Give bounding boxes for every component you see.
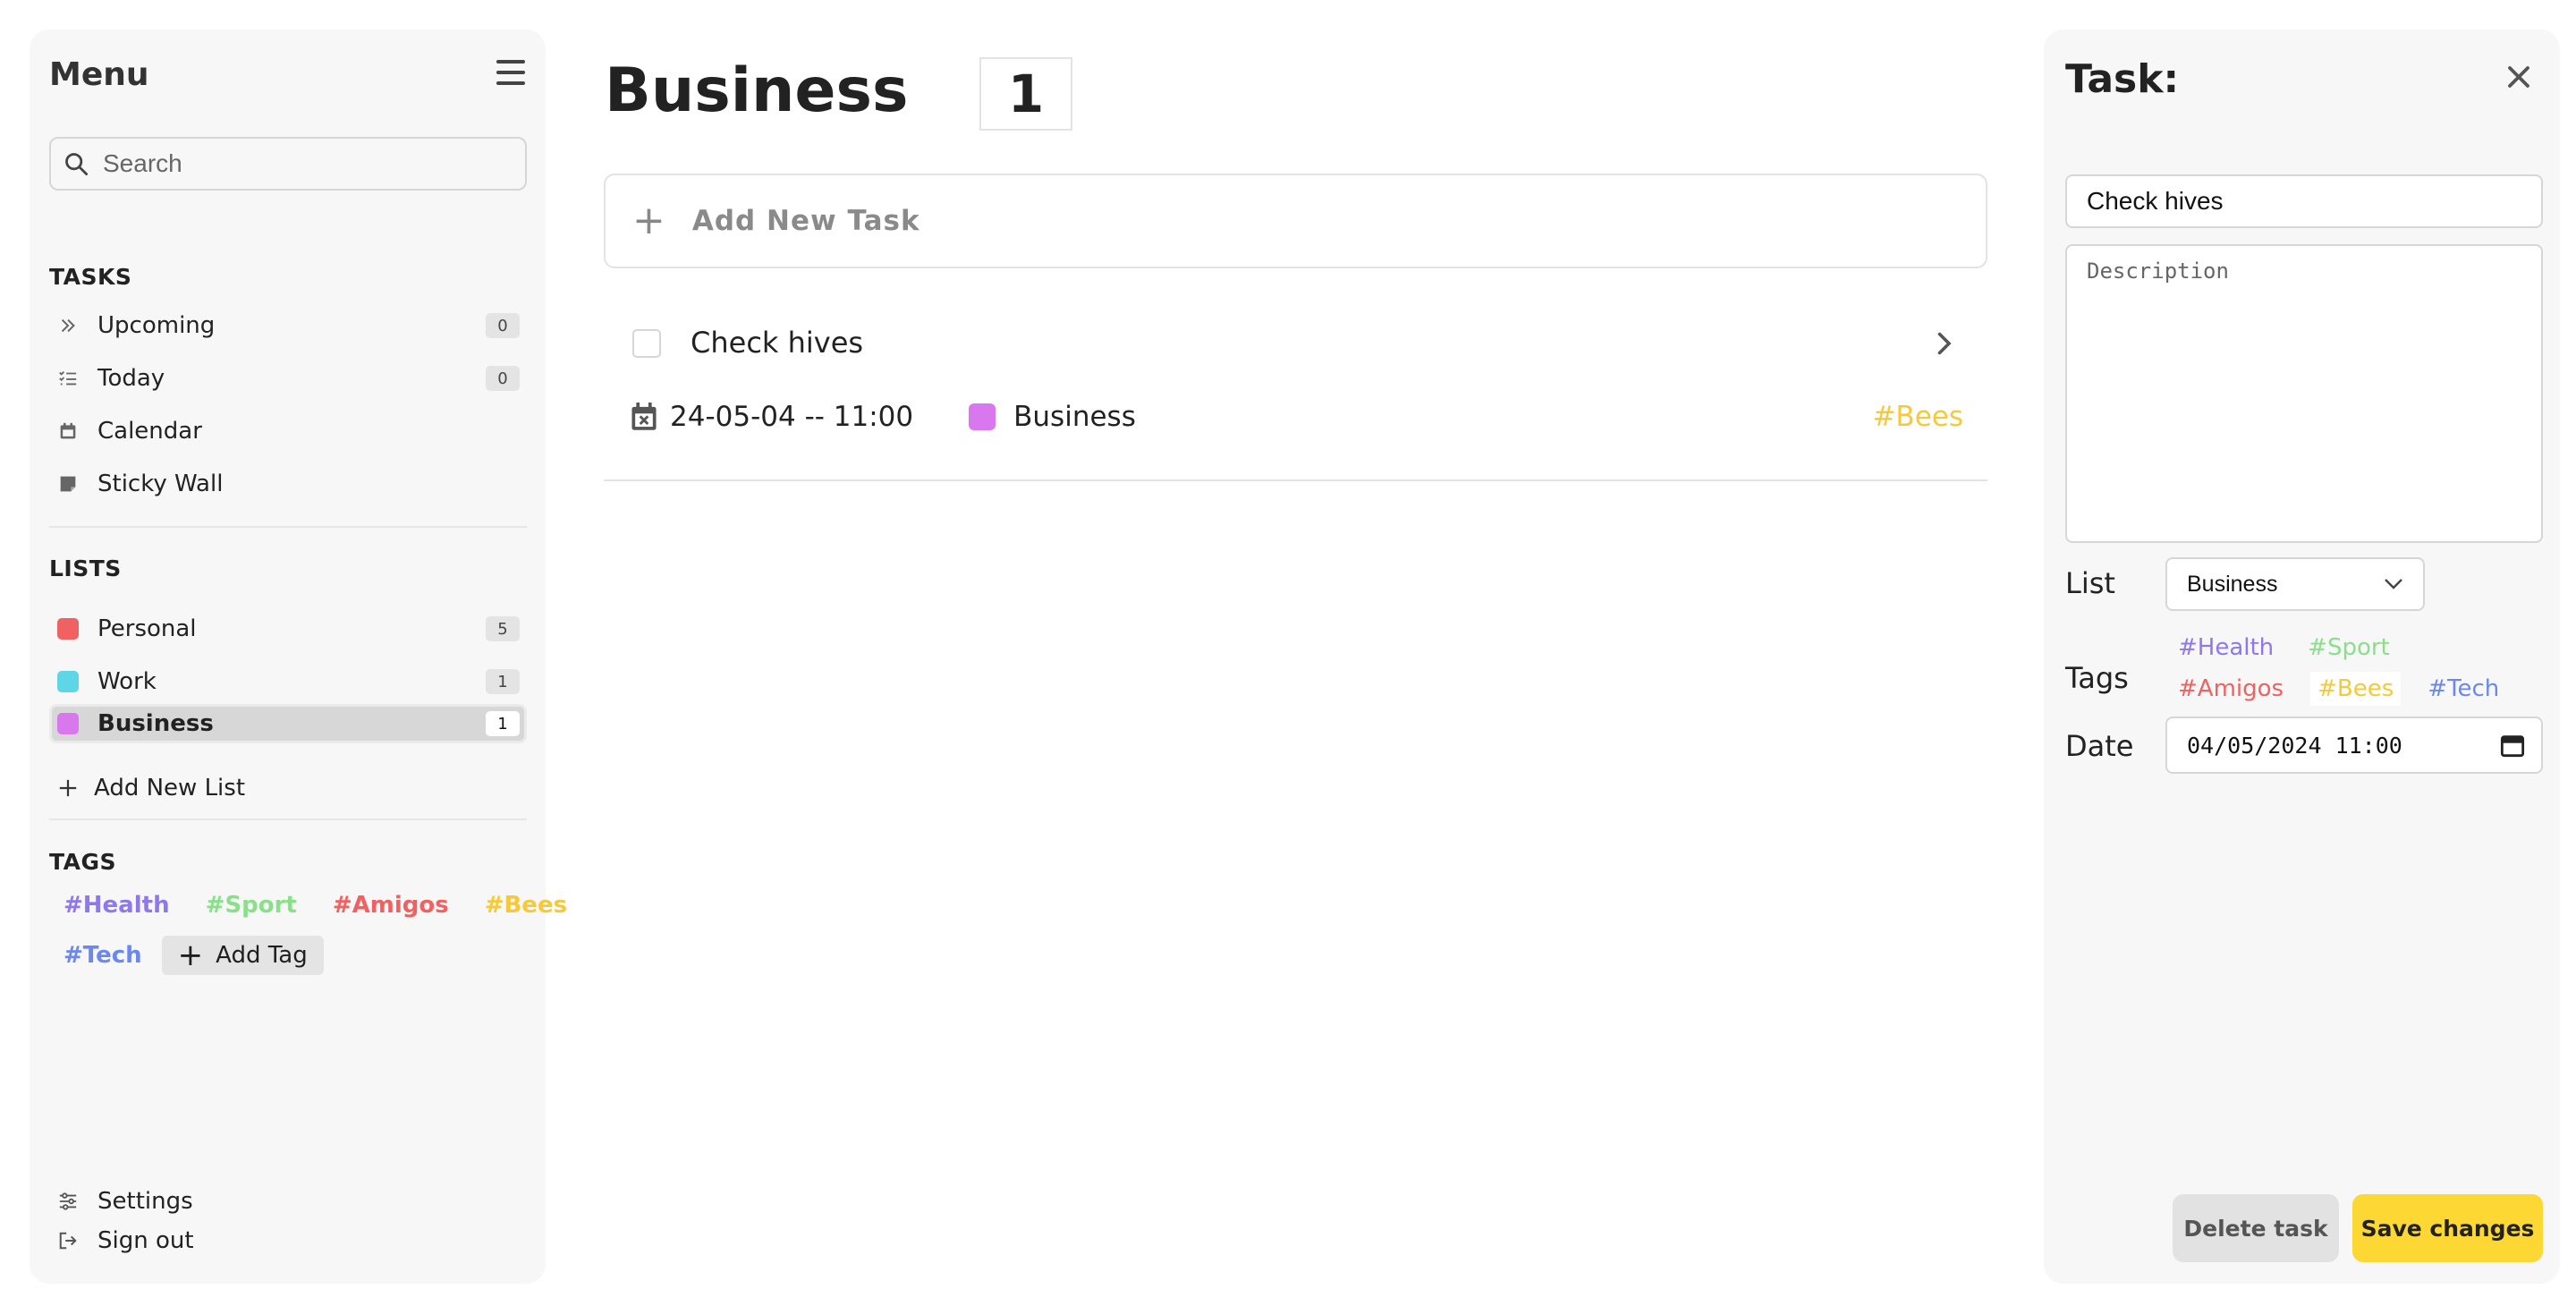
- date-value: 04/05/2024 11:00: [2187, 732, 2402, 759]
- sidebar-item-label: Sticky Wall: [97, 471, 224, 497]
- sidebar-item-label: Calendar: [97, 418, 202, 445]
- sidebar-item-label: Work: [97, 668, 157, 695]
- task-name-input[interactable]: [2065, 174, 2543, 228]
- tasks-section-label: TASKS: [49, 264, 132, 290]
- task-count-box: 1: [979, 57, 1072, 131]
- list-select-value: Business: [2187, 571, 2278, 597]
- tag-sport[interactable]: #Sport: [2308, 631, 2390, 665]
- add-tag-button[interactable]: + Add Tag: [161, 936, 324, 975]
- list-color-swatch: [56, 712, 80, 735]
- panel-tags: #Health #Sport #Amigos #Bees #Tech: [2165, 631, 2532, 706]
- tags-label: Tags: [2065, 661, 2129, 695]
- lists-section-label: LISTS: [49, 555, 122, 581]
- sidebar-item-upcoming[interactable]: Upcoming 0: [49, 306, 527, 345]
- tag-health[interactable]: #Health: [2178, 631, 2274, 665]
- calendar-icon[interactable]: [2500, 733, 2525, 758]
- sidebar-item-settings[interactable]: Settings: [49, 1183, 527, 1219]
- page-title: Business: [605, 55, 909, 126]
- tag-amigos[interactable]: #Amigos: [333, 892, 449, 919]
- sidebar-item-personal[interactable]: Personal 5: [49, 609, 527, 649]
- list-color-swatch: [969, 403, 996, 430]
- search-input[interactable]: [103, 149, 525, 178]
- delete-task-button[interactable]: Delete task: [2173, 1194, 2339, 1262]
- list-label: List: [2065, 566, 2115, 600]
- task-date: 24-05-04 -- 11:00: [670, 401, 914, 433]
- task-row[interactable]: Check hives 24-05-04 -- 11:00 Business #…: [604, 315, 1987, 481]
- add-tag-label: Add Tag: [216, 942, 308, 969]
- tag-amigos[interactable]: #Amigos: [2178, 672, 2284, 706]
- plus-icon: [56, 776, 80, 800]
- list-color-swatch: [56, 670, 80, 693]
- sidebar-item-sign-out[interactable]: Sign out: [49, 1223, 527, 1259]
- plus-icon: +: [632, 198, 665, 243]
- tag-bees[interactable]: #Bees: [485, 892, 567, 919]
- date-label: Date: [2065, 729, 2134, 763]
- tag-row: #Health #Sport #Amigos #Bees: [49, 892, 589, 919]
- chevron-right-icon[interactable]: [1928, 326, 1960, 361]
- sign-out-icon: [56, 1229, 80, 1252]
- menu-title: Menu: [49, 56, 149, 93]
- close-icon[interactable]: [2505, 64, 2532, 90]
- calendar-icon: [56, 420, 80, 443]
- task-tag[interactable]: #Bees: [1872, 401, 1963, 433]
- count-badge: 5: [486, 616, 520, 641]
- sidebar-item-business[interactable]: Business 1: [49, 704, 527, 743]
- add-new-list-button[interactable]: Add New List: [49, 768, 527, 808]
- hamburger-menu-icon[interactable]: [496, 60, 525, 87]
- sidebar-item-work[interactable]: Work 1: [49, 662, 527, 701]
- task-meta: 24-05-04 -- 11:00 Business #Bees: [631, 401, 1963, 433]
- description-textarea[interactable]: [2065, 244, 2543, 543]
- double-chevron-right-icon: [56, 314, 80, 337]
- settings-label: Settings: [97, 1188, 193, 1215]
- tags-section-label: TAGS: [49, 849, 116, 875]
- sticky-note-icon: [56, 472, 80, 496]
- sidebar-item-sticky-wall[interactable]: Sticky Wall: [49, 464, 527, 504]
- tag-health[interactable]: #Health: [64, 892, 170, 919]
- divider: [49, 526, 527, 528]
- sidebar-item-calendar[interactable]: Calendar: [49, 411, 527, 451]
- tag-tech[interactable]: #Tech: [64, 942, 142, 969]
- save-changes-button[interactable]: Save changes: [2352, 1194, 2543, 1262]
- sidebar-item-label: Personal: [97, 615, 197, 642]
- list-color-swatch: [56, 617, 80, 640]
- task-details-panel: Task: List Business Tags #Health #Sport …: [2044, 30, 2560, 1284]
- calendar-x-icon: [631, 403, 657, 430]
- search-box[interactable]: [49, 137, 527, 191]
- sign-out-label: Sign out: [97, 1227, 194, 1254]
- add-new-task-label: Add New Task: [691, 205, 920, 237]
- sidebar-item-label: Upcoming: [97, 312, 216, 339]
- add-new-task-button[interactable]: + Add New Task: [604, 174, 1987, 268]
- chevron-down-icon: [2385, 579, 2402, 589]
- count-badge: 0: [486, 313, 520, 338]
- count-badge: 1: [486, 669, 520, 694]
- task-name: Check hives: [691, 326, 864, 360]
- sidebar-item-label: Today: [97, 365, 165, 392]
- task-list-name: Business: [1013, 401, 1136, 433]
- tag-sport[interactable]: #Sport: [206, 892, 297, 919]
- sliders-icon: [56, 1190, 80, 1213]
- add-new-list-label: Add New List: [94, 775, 246, 801]
- panel-title: Task:: [2065, 56, 2180, 102]
- sidebar-item-today[interactable]: Today 0: [49, 359, 527, 398]
- count-badge: 1: [486, 711, 520, 736]
- sidebar: Menu TASKS Upcoming 0 Today 0 Calendar S…: [30, 30, 567, 1284]
- task-checkbox[interactable]: [632, 329, 661, 358]
- search-icon: [65, 153, 89, 176]
- tag-row: #Tech + Add Tag: [49, 936, 324, 975]
- plus-icon: +: [177, 937, 204, 973]
- sidebar-item-label: Business: [97, 710, 214, 737]
- list-check-icon: [56, 367, 80, 390]
- date-input[interactable]: 04/05/2024 11:00: [2165, 717, 2543, 774]
- list-select[interactable]: Business: [2165, 557, 2425, 611]
- tag-bees[interactable]: #Bees: [2310, 672, 2402, 706]
- divider: [49, 818, 527, 820]
- tag-tech[interactable]: #Tech: [2428, 672, 2499, 706]
- count-badge: 0: [486, 366, 520, 391]
